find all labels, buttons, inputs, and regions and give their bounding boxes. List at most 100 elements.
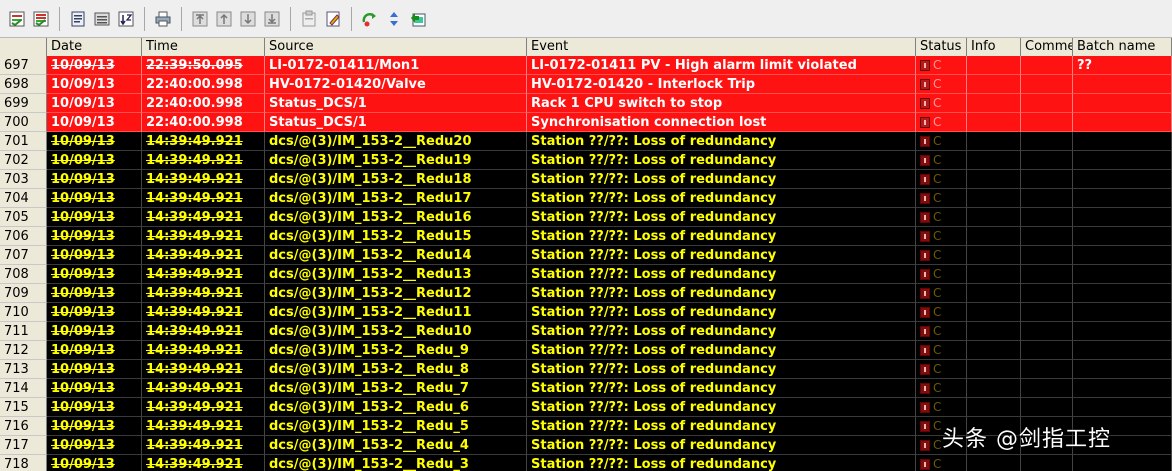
- ack-selected-icon[interactable]: [6, 8, 28, 30]
- archive-icon[interactable]: [298, 8, 320, 30]
- column-header-event[interactable]: Event: [527, 38, 916, 56]
- source-cell: dcs/@(3)/IM_153-2__Redu10: [265, 322, 527, 341]
- alarm-state-icon: [920, 345, 930, 356]
- scroll-first-icon[interactable]: [189, 8, 211, 30]
- table-row[interactable]: 708 10/09/13 14:39:49.921 dcs/@(3)/IM_153-2…: [0, 265, 1172, 284]
- column-header-comment[interactable]: Comme: [1021, 38, 1073, 56]
- row-index-text: 704: [4, 191, 29, 206]
- status-cell: C: [916, 132, 967, 151]
- table-row[interactable]: 709 10/09/13 14:39:49.921 dcs/@(3)/IM_153-2…: [0, 284, 1172, 303]
- alarm-state-icon: [920, 250, 930, 261]
- source-text: dcs/@(3)/IM_153-2__Redu12: [269, 286, 472, 301]
- row-index-text: 699: [4, 96, 29, 111]
- comment-cell: [1021, 265, 1073, 284]
- time-cell: 14:39:49.921: [142, 360, 265, 379]
- status-text: C: [933, 305, 942, 319]
- table-row[interactable]: 701 10/09/13 14:39:49.921 dcs/@(3)/IM_153-2…: [0, 132, 1172, 151]
- source-cell: dcs/@(3)/IM_153-2__Redu16: [265, 208, 527, 227]
- table-row[interactable]: 706 10/09/13 14:39:49.921 dcs/@(3)/IM_153-2…: [0, 227, 1172, 246]
- time-text: 14:39:49.921: [146, 191, 243, 206]
- table-row[interactable]: 710 10/09/13 14:39:49.921 dcs/@(3)/IM_153-2…: [0, 303, 1172, 322]
- time-text: 14:39:49.921: [146, 305, 243, 320]
- column-header-index[interactable]: [0, 38, 47, 56]
- scroll-up-icon[interactable]: [213, 8, 235, 30]
- table-row[interactable]: 703 10/09/13 14:39:49.921 dcs/@(3)/IM_153-2…: [0, 170, 1172, 189]
- source-cell: Status_DCS/1: [265, 113, 527, 132]
- comment-cell: [1021, 322, 1073, 341]
- table-row[interactable]: 715 10/09/13 14:39:49.921 dcs/@(3)/IM_153-2…: [0, 398, 1172, 417]
- batch-name-cell: [1073, 132, 1172, 151]
- table-row[interactable]: 714 10/09/13 14:39:49.921 dcs/@(3)/IM_153-2…: [0, 379, 1172, 398]
- row-index-cell: 714: [0, 379, 47, 398]
- time-text: 14:39:49.921: [146, 248, 243, 263]
- time-cell: 22:39:50.095: [142, 56, 265, 75]
- table-row[interactable]: 700 10/09/13 22:40:00.998 Status_DCS/1 Synch…: [0, 113, 1172, 132]
- date-cell: 10/09/13: [47, 246, 142, 265]
- scroll-down-icon[interactable]: [237, 8, 259, 30]
- column-header-source[interactable]: Source: [265, 38, 527, 56]
- status-text: C: [933, 229, 942, 243]
- source-cell: dcs/@(3)/IM_153-2__Redu_5: [265, 417, 527, 436]
- ack-all-icon[interactable]: [30, 8, 52, 30]
- status-indicator: C: [920, 341, 941, 359]
- up-down-icon[interactable]: [383, 8, 405, 30]
- comment-cell: [1021, 341, 1073, 360]
- column-header-status[interactable]: Status: [916, 38, 967, 56]
- status-cell: C: [916, 75, 967, 94]
- table-row[interactable]: 699 10/09/13 22:40:00.998 Status_DCS/1 Rack …: [0, 94, 1172, 113]
- table-row[interactable]: 718 10/09/13 14:39:49.921 dcs/@(3)/IM_153-2…: [0, 455, 1172, 471]
- table-row[interactable]: 697 10/09/13 22:39:50.095 LI-0172-01411/Mon…: [0, 56, 1172, 75]
- table-row[interactable]: 712 10/09/13 14:39:49.921 dcs/@(3)/IM_153-2…: [0, 341, 1172, 360]
- edit-note-icon[interactable]: [322, 8, 344, 30]
- scroll-last-icon[interactable]: [261, 8, 283, 30]
- event-text: Station ??/??: Loss of redundancy: [531, 286, 777, 301]
- source-cell: dcs/@(3)/IM_153-2__Redu_7: [265, 379, 527, 398]
- comment-cell: [1021, 208, 1073, 227]
- event-cell: Station ??/??: Loss of redundancy: [527, 189, 916, 208]
- batch-name-cell: [1073, 265, 1172, 284]
- event-cell: Station ??/??: Loss of redundancy: [527, 398, 916, 417]
- event-cell: Station ??/??: Loss of redundancy: [527, 417, 916, 436]
- table-row[interactable]: 698 10/09/13 22:40:00.998 HV-0172-01420/Val…: [0, 75, 1172, 94]
- date-cell: 10/09/13: [47, 303, 142, 322]
- batch-name-cell: [1073, 284, 1172, 303]
- table-row[interactable]: 704 10/09/13 14:39:49.921 dcs/@(3)/IM_153-2…: [0, 189, 1172, 208]
- comment-cell: [1021, 379, 1073, 398]
- status-text: C: [933, 134, 942, 148]
- table-row[interactable]: 711 10/09/13 14:39:49.921 dcs/@(3)/IM_153-2…: [0, 322, 1172, 341]
- date-cell: 10/09/13: [47, 284, 142, 303]
- status-text: C: [933, 96, 942, 110]
- column-header-time[interactable]: Time: [142, 38, 265, 56]
- table-header: Date Time Source Event Status Info Comme…: [0, 38, 1172, 57]
- event-cell: Station ??/??: Loss of redundancy: [527, 284, 916, 303]
- table-row[interactable]: 707 10/09/13 14:39:49.921 dcs/@(3)/IM_153-2…: [0, 246, 1172, 265]
- info-cell: [967, 56, 1021, 75]
- column-header-batch-name[interactable]: Batch name: [1073, 38, 1172, 56]
- source-cell: dcs/@(3)/IM_153-2__Redu20: [265, 132, 527, 151]
- batch-name-cell: [1073, 341, 1172, 360]
- source-text: Status_DCS/1: [269, 96, 367, 111]
- event-cell: Station ??/??: Loss of redundancy: [527, 379, 916, 398]
- properties-icon[interactable]: [67, 8, 89, 30]
- export-icon[interactable]: [407, 8, 429, 30]
- column-header-date[interactable]: Date: [47, 38, 142, 56]
- column-header-info[interactable]: Info: [967, 38, 1021, 56]
- table-row[interactable]: 705 10/09/13 14:39:49.921 dcs/@(3)/IM_153-2…: [0, 208, 1172, 227]
- time-text: 14:39:49.921: [146, 229, 243, 244]
- table-row[interactable]: 702 10/09/13 14:39:49.921 dcs/@(3)/IM_153-2…: [0, 151, 1172, 170]
- date-text: 10/09/13: [51, 58, 115, 73]
- status-cell: C: [916, 208, 967, 227]
- print-icon[interactable]: [152, 8, 174, 30]
- row-index-cell: 707: [0, 246, 47, 265]
- time-cell: 14:39:49.921: [142, 398, 265, 417]
- batch-name-text: ??: [1077, 58, 1093, 73]
- filter-icon[interactable]: [91, 8, 113, 30]
- status-text: C: [933, 58, 942, 72]
- source-text: Status_DCS/1: [269, 115, 367, 130]
- batch-name-cell: [1073, 246, 1172, 265]
- table-row[interactable]: 713 10/09/13 14:39:49.921 dcs/@(3)/IM_153-2…: [0, 360, 1172, 379]
- event-text: HV-0172-01420 - Interlock Trip: [531, 77, 756, 92]
- sort-icon[interactable]: [115, 8, 137, 30]
- batch-name-cell: [1073, 227, 1172, 246]
- refresh-icon[interactable]: [359, 8, 381, 30]
